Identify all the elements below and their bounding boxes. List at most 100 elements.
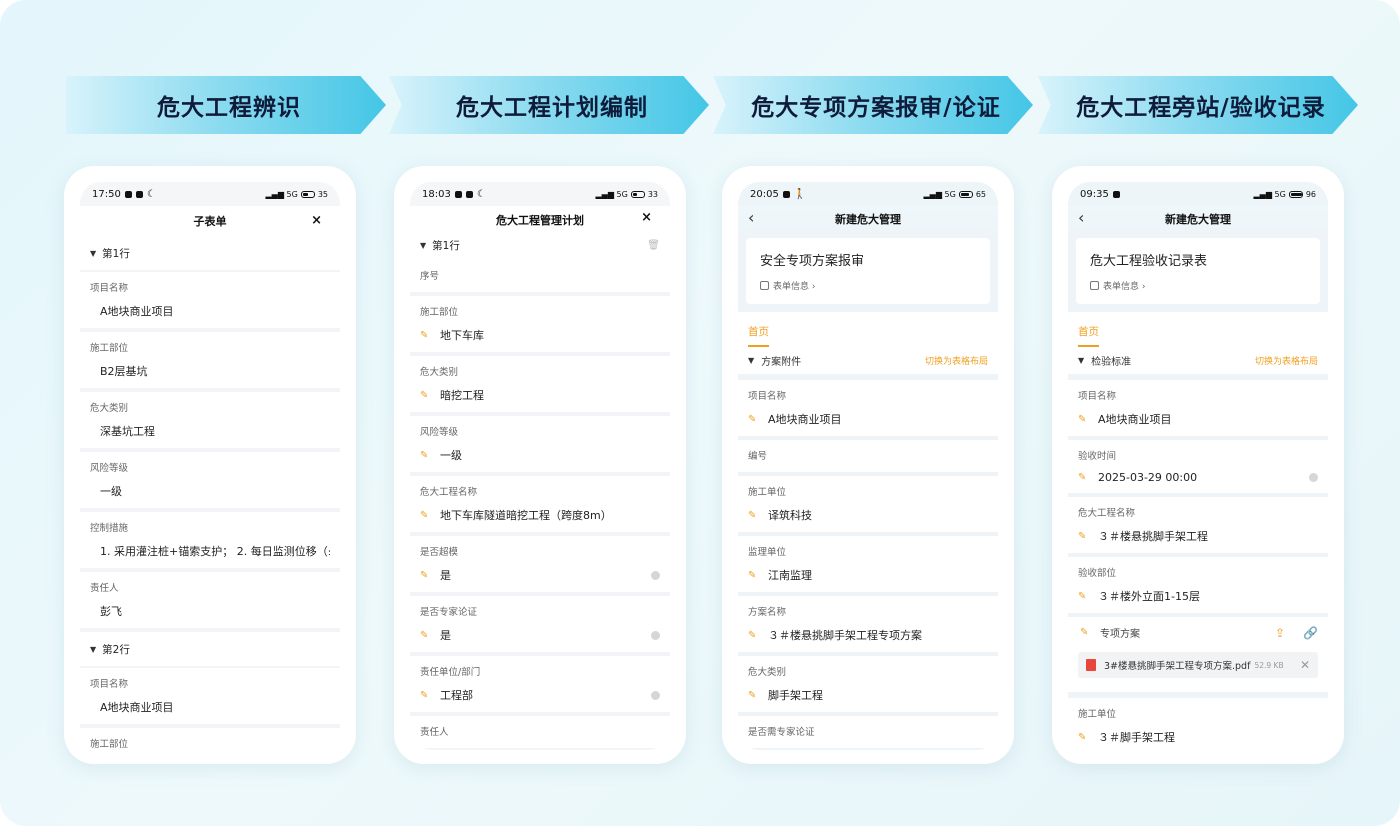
form-info-link[interactable]: 表单信息 › bbox=[760, 279, 976, 292]
tab-home[interactable]: 首页 bbox=[1078, 324, 1099, 347]
field-value: ✎ 一级 bbox=[420, 449, 462, 462]
pencil-icon: ✎ bbox=[420, 509, 429, 521]
row-toggle[interactable]: ▼ 第2行 bbox=[80, 632, 340, 666]
phone-screen: 20:05 🚶 ▂▄▆ 5G 65 ‹ 新建危大管理 安全专项方案报审 表单信息 ›… bbox=[738, 182, 998, 750]
form-field[interactable]: 责任单位/部门 ✎ 工程部 bbox=[410, 656, 670, 712]
form-field[interactable]: 项目名称 A地块商业项目 bbox=[80, 272, 340, 328]
clear-circle-icon[interactable] bbox=[651, 630, 660, 640]
field-label: 危大类别 bbox=[90, 403, 129, 414]
battery-level: 33 bbox=[647, 189, 658, 199]
form-info-card[interactable]: 安全专项方案报审 表单信息 › bbox=[746, 238, 990, 304]
file-size: 52.9 KB bbox=[1254, 660, 1284, 670]
step-title: 危大专项方案报审/论证 bbox=[751, 95, 1001, 121]
form-field[interactable]: 风险等级 一级 bbox=[80, 452, 340, 508]
form-field[interactable]: 风险等级 ✎ 一级 bbox=[410, 416, 670, 472]
switch-layout-link[interactable]: 切换为表格布局 bbox=[1255, 354, 1318, 367]
form-field[interactable]: 项目名称 A地块商业项目 bbox=[80, 668, 340, 724]
form-field[interactable]: 责任人 bbox=[410, 716, 670, 748]
form-field[interactable]: 是否超模 ✎ 是 bbox=[410, 536, 670, 592]
notification-icon bbox=[465, 190, 473, 198]
walking-icon: 🚶 bbox=[793, 188, 807, 200]
field-label: 施工部位 bbox=[90, 343, 129, 354]
form-field[interactable]: 验收部位 ✎ ３＃楼外立面1-15层 bbox=[1068, 557, 1328, 613]
field-label: 危大类别 bbox=[420, 367, 459, 378]
caret-down-icon: ▼ bbox=[90, 644, 97, 654]
field-value: ✎ 是 bbox=[420, 567, 660, 583]
form-info-link[interactable]: 表单信息 › bbox=[1090, 279, 1306, 292]
clear-circle-icon[interactable] bbox=[651, 570, 660, 580]
form-field[interactable]: 编号 bbox=[738, 440, 998, 472]
field-label: 危大工程名称 bbox=[1078, 508, 1136, 519]
link-icon[interactable]: 🔗 bbox=[1303, 626, 1318, 640]
trash-icon[interactable]: 🗑 bbox=[647, 240, 660, 251]
form-field[interactable]: 验收时间 ✎ 2025-03-29 00:00 bbox=[1068, 440, 1328, 493]
form-field[interactable]: 施工部位 B2层基坑 bbox=[80, 332, 340, 388]
row-toggle[interactable]: ▼ 第1行 bbox=[80, 236, 340, 270]
form-field[interactable]: 责任人 彭飞 bbox=[80, 572, 340, 628]
phone-mockup-1: 17:50 ☾ ▂▄▆ 5G 35 子表单 × ▼ 第1行 项目名称 A地块商业项目 施… bbox=[64, 166, 356, 764]
field-value: ✎ 译筑科技 bbox=[748, 509, 812, 522]
form-field[interactable]: 危大工程名称 ✎ 地下车库隧道暗挖工程（跨度8m） bbox=[410, 476, 670, 532]
form-field[interactable]: 序号 bbox=[410, 256, 670, 292]
pencil-icon: ✎ bbox=[420, 389, 429, 401]
phone-mockup-4: 09:35 ▂▄▆ 5G 96 ‹ 新建危大管理 危大工程验收记录表 表单信息 ›… bbox=[1052, 166, 1344, 764]
form-field[interactable]: 是否需专家论证 bbox=[738, 716, 998, 748]
battery-icon bbox=[630, 190, 645, 198]
attached-file[interactable]: 3#楼悬挑脚手架工程专项方案.pdf 52.9 KB ✕ bbox=[1078, 652, 1318, 678]
form-field[interactable]: 危大工程名称 ✎ ３＃楼悬挑脚手架工程 bbox=[1068, 497, 1328, 553]
caret-down-icon: ▼ bbox=[748, 355, 755, 365]
form-field[interactable]: 项目名称 ✎ A地块商业项目 bbox=[738, 380, 998, 436]
field-value: ✎ 江南监理 bbox=[748, 569, 812, 582]
section-title: 检验标准 bbox=[1091, 356, 1132, 368]
status-bar: 20:05 🚶 ▂▄▆ 5G 65 bbox=[738, 182, 998, 206]
form-field[interactable]: 方案名称 ✎ ３＃楼悬挑脚手架工程专项方案 bbox=[738, 596, 998, 652]
field-label: 验收部位 bbox=[1078, 568, 1117, 579]
tab-home[interactable]: 首页 bbox=[748, 324, 769, 347]
form-field[interactable]: 是否专家论证 ✎ 是 bbox=[410, 596, 670, 652]
form-field[interactable]: 危大类别 ✎ 暗挖工程 bbox=[410, 356, 670, 412]
phone-mockup-2: 18:03 ☾ ▂▄▆ 5G 33 危大工程管理计划 × ▼ 第1行 🗑 序号 施工部位… bbox=[394, 166, 686, 764]
moon-icon: ☾ bbox=[476, 188, 486, 200]
clear-circle-icon[interactable] bbox=[1309, 473, 1318, 482]
status-time: 20:05 bbox=[750, 188, 779, 200]
pencil-icon: ✎ bbox=[1078, 590, 1087, 602]
form-info-card[interactable]: 危大工程验收记录表 表单信息 › bbox=[1076, 238, 1320, 304]
field-value: ✎ 工程部 bbox=[420, 687, 660, 703]
form-field[interactable]: 施工单位 ✎ ３＃脚手架工程 bbox=[1068, 698, 1328, 750]
form-field[interactable]: 控制措施 1. 采用灌注桩+锚索支护； 2. 每日监测位移（≤ bbox=[80, 512, 340, 568]
section-header[interactable]: ▼ 方案附件 切换为表格布局 bbox=[738, 346, 998, 374]
battery-icon bbox=[958, 190, 973, 198]
row-toggle[interactable]: ▼ 第1行 🗑 bbox=[410, 234, 670, 256]
close-icon[interactable]: × bbox=[641, 210, 652, 225]
form-field[interactable]: 施工部位 bbox=[80, 728, 340, 750]
notification-icon bbox=[782, 190, 790, 198]
section-header[interactable]: ▼ 检验标准 切换为表格布局 bbox=[1068, 346, 1328, 374]
field-label: 是否需专家论证 bbox=[748, 727, 815, 738]
form-field[interactable]: 施工单位 ✎ 译筑科技 bbox=[738, 476, 998, 532]
edit-note-icon bbox=[760, 281, 769, 290]
form-field[interactable]: 监理单位 ✎ 江南监理 bbox=[738, 536, 998, 592]
battery-level: 96 bbox=[1305, 189, 1316, 199]
form-field[interactable]: 施工部位 ✎ 地下车库 bbox=[410, 296, 670, 352]
field-label: 风险等级 bbox=[420, 427, 459, 438]
phone-screen: 09:35 ▂▄▆ 5G 96 ‹ 新建危大管理 危大工程验收记录表 表单信息 ›… bbox=[1068, 182, 1328, 750]
switch-layout-link[interactable]: 切换为表格布局 bbox=[925, 354, 988, 367]
close-icon[interactable]: × bbox=[311, 213, 322, 228]
remove-file-icon[interactable]: ✕ bbox=[1300, 658, 1310, 672]
field-label: 控制措施 bbox=[90, 523, 129, 534]
form-field[interactable]: 项目名称 ✎ A地块商业项目 bbox=[1068, 380, 1328, 436]
back-chevron-icon[interactable]: ‹ bbox=[748, 208, 754, 227]
field-label: 责任单位/部门 bbox=[420, 667, 481, 678]
back-chevron-icon[interactable]: ‹ bbox=[1078, 208, 1084, 227]
form-field[interactable]: 危大类别 ✎ 脚手架工程 bbox=[738, 656, 998, 712]
pencil-icon: ✎ bbox=[420, 689, 429, 701]
field-value: ✎ ３＃脚手架工程 bbox=[1078, 731, 1175, 744]
field-label: 责任人 bbox=[90, 583, 119, 594]
field-label: 施工单位 bbox=[748, 487, 787, 498]
clear-circle-icon[interactable] bbox=[651, 690, 660, 700]
upload-icon[interactable]: ⇪ bbox=[1275, 626, 1285, 640]
field-label: 项目名称 bbox=[90, 283, 129, 294]
form-field[interactable]: 危大类别 深基坑工程 bbox=[80, 392, 340, 448]
pencil-icon: ✎ bbox=[1078, 731, 1087, 743]
caret-down-icon: ▼ bbox=[420, 240, 427, 250]
